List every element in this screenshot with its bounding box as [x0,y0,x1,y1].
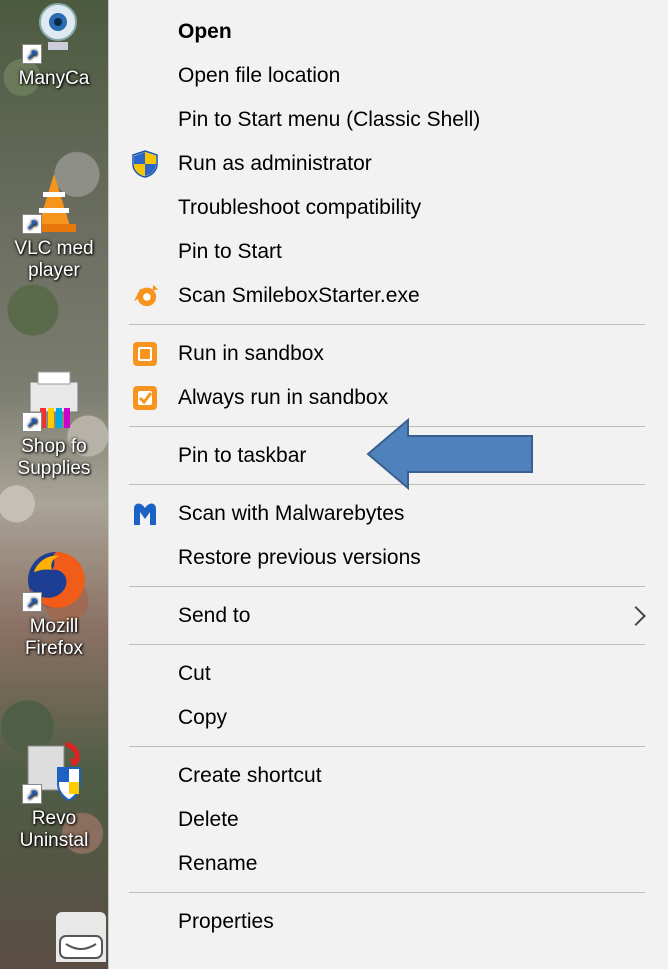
desktop-shortcut-label-line2: player [28,260,80,281]
avast-icon [131,282,159,310]
firefox-icon: ↗ [22,548,86,612]
menu-separator [129,746,645,747]
desktop-shortcut-revo[interactable]: ↗ Revo Uninstal [0,740,108,852]
shortcut-arrow-icon: ↗ [22,784,42,804]
menu-item-label: Copy [178,706,228,729]
menu-separator [129,324,645,325]
camera-icon: ↗ [22,0,86,64]
menu-item-cut[interactable]: Cut [109,652,668,696]
menu-item-label: Create shortcut [178,764,322,787]
sandbox-icon [131,340,159,368]
menu-separator [129,586,645,587]
sandbox-check-icon [131,384,159,412]
menu-item-scan-malwarebytes[interactable]: Scan with Malwarebytes [109,492,668,536]
desktop-shortcut-label-line1: VLC med [14,238,94,259]
menu-item-delete[interactable]: Delete [109,798,668,842]
desktop-shortcut-label-line2: Firefox [24,638,84,659]
menu-item-label: Run as administrator [178,152,372,175]
menu-item-label: Scan SmileboxStarter.exe [178,284,420,307]
desktop-shortcut-label-line2: Uninstal [19,830,89,851]
shortcut-arrow-icon: ↗ [22,412,42,432]
menu-item-properties[interactable]: Properties [109,900,668,944]
menu-item-label: Open [178,20,232,43]
desktop-shortcut-firefox[interactable]: ↗ Mozill Firefox [0,548,108,660]
desktop-shortcut-label-line2: Supplies [17,458,91,479]
menu-item-label: Run in sandbox [178,342,324,365]
menu-item-label: Pin to Start menu (Classic Shell) [178,108,481,131]
menu-separator [129,892,645,893]
chevron-right-icon [626,606,646,626]
menu-item-pin-start-classic-shell[interactable]: Pin to Start menu (Classic Shell) [109,98,668,142]
menu-item-create-shortcut[interactable]: Create shortcut [109,754,668,798]
menu-item-label: Send to [178,604,251,627]
desktop-background: ↗ ManyCa ↗ VLC med player ↗ Shop fo Supp… [0,0,110,969]
menu-item-send-to[interactable]: Send to [109,594,668,638]
left-arrow-annotation [366,417,536,495]
menu-item-label: Pin to taskbar [178,444,307,467]
smilebox-icon[interactable] [56,912,106,962]
desktop-shortcut-label-line1: Mozill [29,616,79,637]
menu-item-label: Troubleshoot compatibility [178,196,422,219]
vlc-cone-icon: ↗ [22,170,86,234]
menu-item-label: Cut [178,662,211,685]
menu-item-label: Delete [178,808,239,831]
menu-item-open[interactable]: Open [109,10,668,54]
menu-item-always-run-in-sandbox[interactable]: Always run in sandbox [109,376,668,420]
shortcut-arrow-icon: ↗ [22,214,42,234]
menu-item-label: Scan with Malwarebytes [178,502,405,525]
menu-item-rename[interactable]: Rename [109,842,668,886]
revo-uninstaller-icon: ↗ [22,740,86,804]
desktop-shortcut-shop-supplies[interactable]: ↗ Shop fo Supplies [0,368,108,480]
menu-item-label: Open file location [178,64,341,87]
menu-item-restore-previous-versions[interactable]: Restore previous versions [109,536,668,580]
menu-item-open-file-location[interactable]: Open file location [109,54,668,98]
desktop-shortcut-vlc[interactable]: ↗ VLC med player [0,170,108,282]
desktop-shortcut-manycam[interactable]: ↗ ManyCa [0,0,108,90]
menu-item-troubleshoot-compatibility[interactable]: Troubleshoot compatibility [109,186,668,230]
menu-item-copy[interactable]: Copy [109,696,668,740]
shortcut-arrow-icon: ↗ [22,44,42,64]
menu-item-label: Always run in sandbox [178,386,389,409]
desktop-shortcut-label-line1: Revo [31,808,77,829]
menu-separator [129,644,645,645]
malwarebytes-icon [131,500,159,528]
menu-item-label: Restore previous versions [178,546,421,569]
printer-icon: ↗ [22,368,86,432]
menu-item-run-in-sandbox[interactable]: Run in sandbox [109,332,668,376]
shortcut-arrow-icon: ↗ [22,592,42,612]
desktop-shortcut-label: ManyCa [18,68,90,89]
desktop-shortcut-label-line1: Shop fo [21,436,87,457]
menu-item-label: Properties [178,910,274,933]
menu-item-run-as-administrator[interactable]: Run as administrator [109,142,668,186]
menu-item-label: Rename [178,852,258,875]
menu-item-scan-avast[interactable]: Scan SmileboxStarter.exe [109,274,668,318]
uac-shield-icon [131,150,159,178]
menu-item-pin-to-start[interactable]: Pin to Start [109,230,668,274]
menu-item-label: Pin to Start [178,240,282,263]
